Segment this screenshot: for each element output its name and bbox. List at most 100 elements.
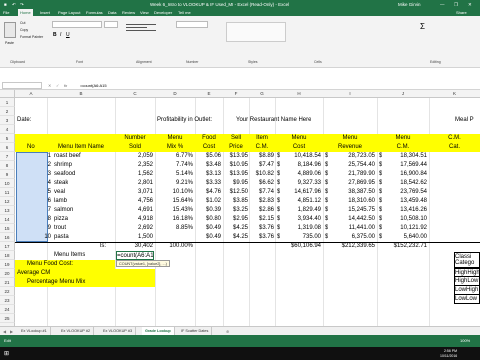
tab-home[interactable]: Home (18, 9, 33, 16)
item-menu-cm[interactable]: 10,508.10 (385, 215, 427, 224)
item-menu-cm[interactable]: 18,304.51 (385, 152, 427, 161)
column-header[interactable]: D (155, 90, 195, 98)
row-header[interactable]: 20 (0, 269, 15, 278)
formula-input[interactable]: =count(A6:A15 (80, 81, 107, 90)
item-price[interactable]: $4.25 (223, 233, 248, 242)
underline-icon[interactable]: U (66, 32, 70, 38)
tell-me-search[interactable]: Tell me (178, 9, 191, 16)
zoom-level[interactable]: 100% (460, 335, 470, 347)
item-menu-cm[interactable]: 5,640.00 (385, 233, 427, 242)
tab-file[interactable]: File (3, 9, 9, 16)
copy-button[interactable]: Copy (20, 28, 28, 32)
enter-formula-icon[interactable]: ✓ (56, 81, 59, 90)
row-header[interactable]: 9 (0, 170, 15, 179)
item-price[interactable]: $10.95 (223, 161, 248, 170)
item-revenue[interactable]: 11,441.00 (331, 224, 375, 233)
classification-item[interactable]: HighLow (454, 277, 480, 286)
item-menu-cm[interactable]: 13,416.26 (385, 206, 427, 215)
item-menu-cost[interactable]: 10,418.54 (283, 152, 321, 161)
item-menu-cm[interactable]: 17,569.44 (385, 161, 427, 170)
item-cost[interactable]: $0.49 (195, 224, 221, 233)
item-menu-cost[interactable]: 4,889.06 (283, 170, 321, 179)
user-name[interactable]: Mike Girvin (398, 0, 421, 9)
item-cm[interactable]: $2.15 (249, 215, 274, 224)
row-header[interactable]: 14 (0, 215, 15, 224)
item-price[interactable]: $3.25 (223, 206, 248, 215)
share-button[interactable]: Share (456, 9, 467, 16)
item-mix[interactable]: 6.77% (155, 152, 193, 161)
item-menu-cost[interactable]: 14,617.96 (283, 188, 321, 197)
total-sold[interactable]: 30,402 (115, 242, 153, 251)
item-price[interactable]: $12.50 (223, 188, 248, 197)
tab-data[interactable]: Data (108, 9, 116, 16)
classification-item[interactable]: LowLow (454, 295, 480, 304)
item-menu-cm[interactable]: 23,769.54 (385, 188, 427, 197)
item-name[interactable]: shrimp (54, 161, 72, 170)
autosum-icon[interactable]: Σ (420, 22, 430, 32)
redo-icon[interactable]: ↷ (20, 0, 24, 9)
item-sold[interactable]: 4,918 (115, 215, 153, 224)
column-header[interactable]: H (275, 90, 323, 98)
row-header[interactable]: 15 (0, 224, 15, 233)
italic-icon[interactable]: I (60, 32, 61, 38)
format-painter-button[interactable]: Format Painter (20, 35, 43, 39)
item-name[interactable]: pasta (54, 233, 69, 242)
item-sold[interactable]: 2,352 (115, 161, 153, 170)
row-header[interactable]: 4 (0, 125, 15, 134)
total-menu-cm[interactable]: $152,232.71 (377, 242, 427, 251)
item-cm[interactable]: $3.76 (249, 233, 274, 242)
tab-view[interactable]: View (140, 9, 149, 16)
tab-insert[interactable]: Insert (40, 9, 50, 16)
tab-review[interactable]: Review (122, 9, 135, 16)
item-sold[interactable]: 2,801 (115, 179, 153, 188)
item-revenue[interactable]: 6,375.00 (331, 233, 375, 242)
row-header[interactable]: 2 (0, 107, 15, 116)
item-name[interactable]: pizza (54, 215, 68, 224)
row-header[interactable]: 7 (0, 152, 15, 161)
minimize-button[interactable]: — (440, 0, 445, 9)
column-header[interactable]: K (429, 90, 480, 98)
item-name[interactable]: salmon (54, 206, 73, 215)
item-sold[interactable]: 1,562 (115, 170, 153, 179)
item-revenue[interactable]: 38,387.50 (331, 188, 375, 197)
item-revenue[interactable]: 21,789.90 (331, 170, 375, 179)
item-revenue[interactable]: 27,869.95 (331, 179, 375, 188)
item-cm[interactable]: $3.76 (249, 224, 274, 233)
item-price[interactable]: $13.95 (223, 152, 248, 161)
item-menu-cost[interactable]: 1,319.08 (283, 224, 321, 233)
styles-gallery[interactable] (226, 22, 286, 42)
item-cost[interactable]: $0.49 (195, 233, 221, 242)
font-size-box[interactable] (104, 21, 118, 28)
item-revenue[interactable]: 18,310.60 (331, 197, 375, 206)
item-menu-cost[interactable]: 8,184.96 (283, 161, 321, 170)
item-mix[interactable]: 7.74% (155, 161, 193, 170)
number-format-box[interactable] (176, 21, 208, 28)
item-mix[interactable]: 5.14% (155, 170, 193, 179)
column-header[interactable]: J (377, 90, 429, 98)
item-sold[interactable]: 4,756 (115, 197, 153, 206)
item-name[interactable]: lamb (54, 197, 67, 206)
tab-page-layout[interactable]: Page Layout (58, 9, 80, 16)
item-mix[interactable]: 15.64% (155, 197, 193, 206)
total-revenue[interactable]: $212,339.65 (323, 242, 375, 251)
row-header[interactable]: 16 (0, 233, 15, 242)
item-menu-cost[interactable]: 3,934.40 (283, 215, 321, 224)
item-no[interactable]: 3 (17, 170, 51, 179)
item-name[interactable]: trout (54, 224, 66, 233)
item-revenue[interactable]: 28,723.05 (331, 152, 375, 161)
column-header[interactable]: B (47, 90, 115, 98)
item-menu-cost[interactable]: 4,851.12 (283, 197, 321, 206)
column-header[interactable]: C (115, 90, 155, 98)
item-cm[interactable]: $2.86 (249, 206, 274, 215)
row-header[interactable]: 10 (0, 179, 15, 188)
total-mix[interactable]: 100.00% (155, 242, 193, 251)
item-mix[interactable] (155, 233, 193, 242)
fx-icon[interactable]: fx (64, 81, 67, 90)
row-header[interactable]: 22 (0, 287, 15, 296)
maximize-button[interactable]: ❐ (454, 0, 458, 9)
total-menu-cost[interactable]: $60,106.94 (275, 242, 321, 251)
item-no[interactable]: 4 (17, 179, 51, 188)
bold-icon[interactable]: B (53, 32, 57, 38)
item-menu-cost[interactable]: 735.00 (283, 233, 321, 242)
row-header[interactable]: 17 (0, 242, 15, 251)
